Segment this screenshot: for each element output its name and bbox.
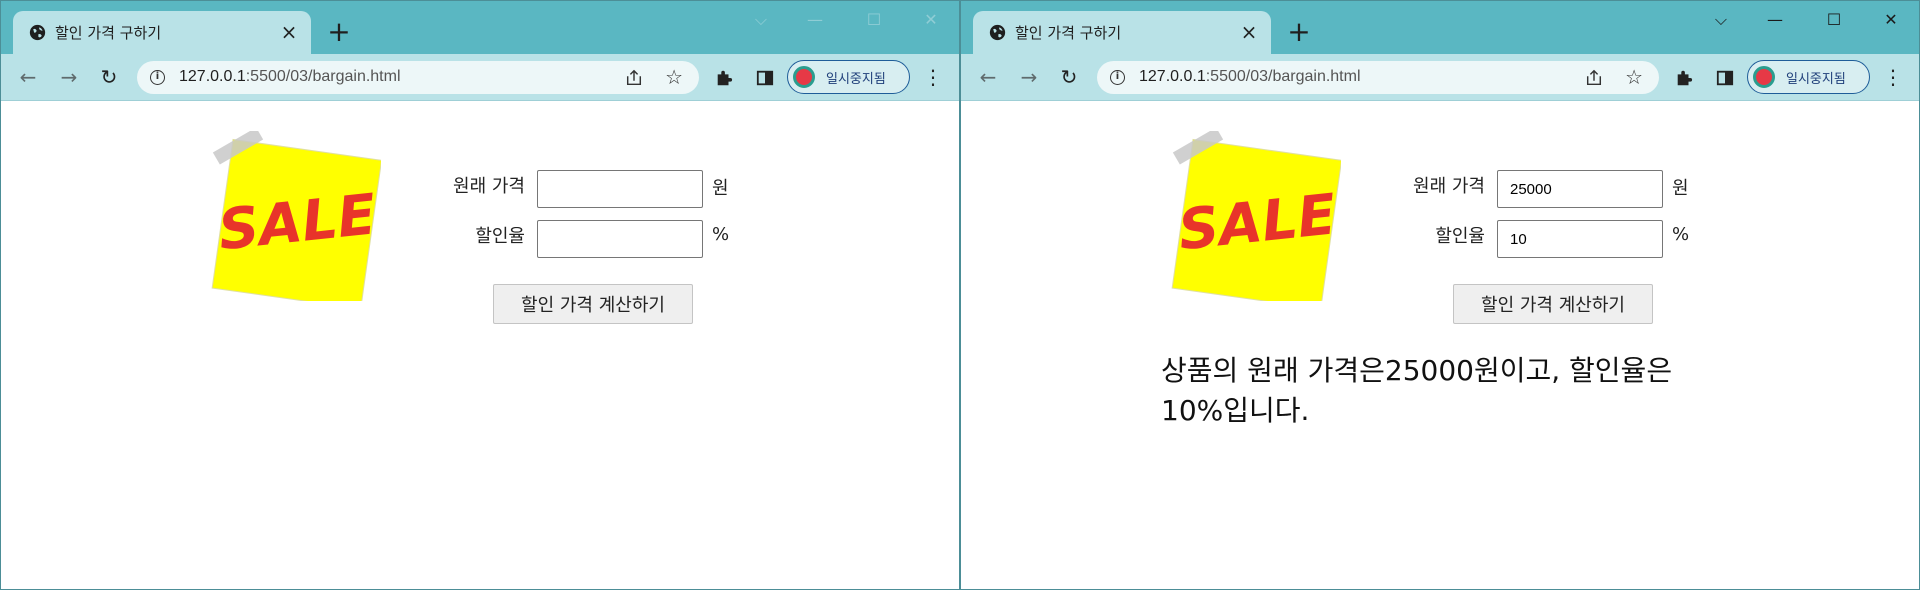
menu-icon[interactable]: ⋮ — [923, 65, 943, 89]
rate-label: 할인율 — [475, 226, 525, 247]
avatar — [1753, 66, 1775, 88]
browser-window-right: 할인 가격 구하기 × + ⌵ — ☐ ✕ ← → ↻ i 127.0.0.1:… — [960, 0, 1920, 590]
sale-image: SALE — [1171, 131, 1341, 301]
back-icon[interactable]: ← — [15, 64, 41, 90]
share-icon[interactable] — [1585, 69, 1603, 87]
puzzle-icon[interactable] — [715, 69, 733, 87]
page-content: SALE 원래 가격 원 할인율 % 할인 가격 계산하기 — [1, 101, 959, 589]
maximize-icon[interactable]: ☐ — [1816, 9, 1852, 31]
rate-label: 할인율 — [1435, 226, 1485, 247]
rate-unit: % — [1672, 224, 1690, 245]
forward-icon[interactable]: → — [56, 64, 82, 90]
forward-icon[interactable]: → — [1016, 64, 1042, 90]
page-content: SALE 원래 가격 원 할인율 % 할인 가격 계산하기 상품의 원래 가격은… — [961, 101, 1919, 589]
profile-status: 일시중지됨 — [826, 72, 886, 87]
url-text: 127.0.0.1:5500/03/bargain.html — [1139, 68, 1361, 85]
globe-icon — [989, 24, 1006, 41]
toolbar: ← → ↻ i 127.0.0.1:5500/03/bargain.html ☆… — [961, 54, 1919, 101]
back-icon[interactable]: ← — [975, 64, 1001, 90]
window-close-icon[interactable]: ✕ — [1873, 9, 1909, 31]
browser-tab[interactable]: 할인 가격 구하기 × — [13, 11, 311, 54]
puzzle-icon[interactable] — [1675, 69, 1693, 87]
maximize-icon[interactable]: ☐ — [856, 9, 892, 31]
tab-title: 할인 가격 구하기 — [1015, 24, 1122, 42]
tab-strip: 할인 가격 구하기 × + ⌵ — ☐ ✕ — [961, 1, 1919, 54]
plus-icon[interactable]: + — [325, 18, 353, 47]
star-icon[interactable]: ☆ — [665, 65, 683, 89]
close-icon[interactable]: × — [1239, 22, 1259, 42]
reload-icon[interactable]: ↻ — [96, 64, 122, 90]
sidepanel-icon[interactable] — [756, 69, 774, 87]
close-icon[interactable]: × — [279, 22, 299, 42]
info-icon[interactable]: i — [150, 70, 165, 85]
price-input[interactable] — [537, 170, 703, 208]
tab-search-icon[interactable]: ⌵ — [1703, 9, 1739, 31]
info-icon[interactable]: i — [1110, 70, 1125, 85]
url-text: 127.0.0.1:5500/03/bargain.html — [179, 68, 401, 85]
calculate-button[interactable]: 할인 가격 계산하기 — [1453, 284, 1653, 324]
toolbar: ← → ↻ i 127.0.0.1:5500/03/bargain.html ☆… — [1, 54, 959, 101]
price-input[interactable] — [1497, 170, 1663, 208]
tab-strip: 할인 가격 구하기 × + ⌵ — ☐ ✕ — [1, 1, 959, 54]
menu-icon[interactable]: ⋮ — [1883, 65, 1903, 89]
calculate-button[interactable]: 할인 가격 계산하기 — [493, 284, 693, 324]
price-label: 원래 가격 — [1413, 176, 1485, 197]
price-unit: 원 — [1672, 178, 1689, 199]
avatar — [793, 66, 815, 88]
share-icon[interactable] — [625, 69, 643, 87]
minimize-icon[interactable]: — — [797, 9, 833, 31]
globe-icon — [29, 24, 46, 41]
price-unit: 원 — [712, 178, 729, 199]
tab-search-icon[interactable]: ⌵ — [743, 9, 779, 31]
profile-status: 일시중지됨 — [1786, 72, 1846, 87]
rate-input[interactable] — [1497, 220, 1663, 258]
plus-icon[interactable]: + — [1285, 18, 1313, 47]
address-bar[interactable]: i 127.0.0.1:5500/03/bargain.html ☆ — [1097, 61, 1659, 94]
profile-button[interactable]: 일시중지됨 — [1747, 60, 1870, 94]
reload-icon[interactable]: ↻ — [1056, 64, 1082, 90]
tab-title: 할인 가격 구하기 — [55, 24, 162, 42]
price-label: 원래 가격 — [453, 176, 525, 197]
sale-image: SALE — [211, 131, 381, 301]
star-icon[interactable]: ☆ — [1625, 65, 1643, 89]
sidepanel-icon[interactable] — [1716, 69, 1734, 87]
browser-window-left: 할인 가격 구하기 × + ⌵ — ☐ ✕ ← → ↻ i 127.0.0.1:… — [0, 0, 960, 590]
result-text: 상품의 원래 가격은25000원이고, 할인율은 10%입니다. — [1161, 354, 1673, 427]
browser-tab[interactable]: 할인 가격 구하기 × — [973, 11, 1271, 54]
minimize-icon[interactable]: — — [1757, 9, 1793, 31]
profile-button[interactable]: 일시중지됨 — [787, 60, 910, 94]
rate-unit: % — [712, 224, 730, 245]
rate-input[interactable] — [537, 220, 703, 258]
address-bar[interactable]: i 127.0.0.1:5500/03/bargain.html ☆ — [137, 61, 699, 94]
window-close-icon[interactable]: ✕ — [913, 9, 949, 31]
